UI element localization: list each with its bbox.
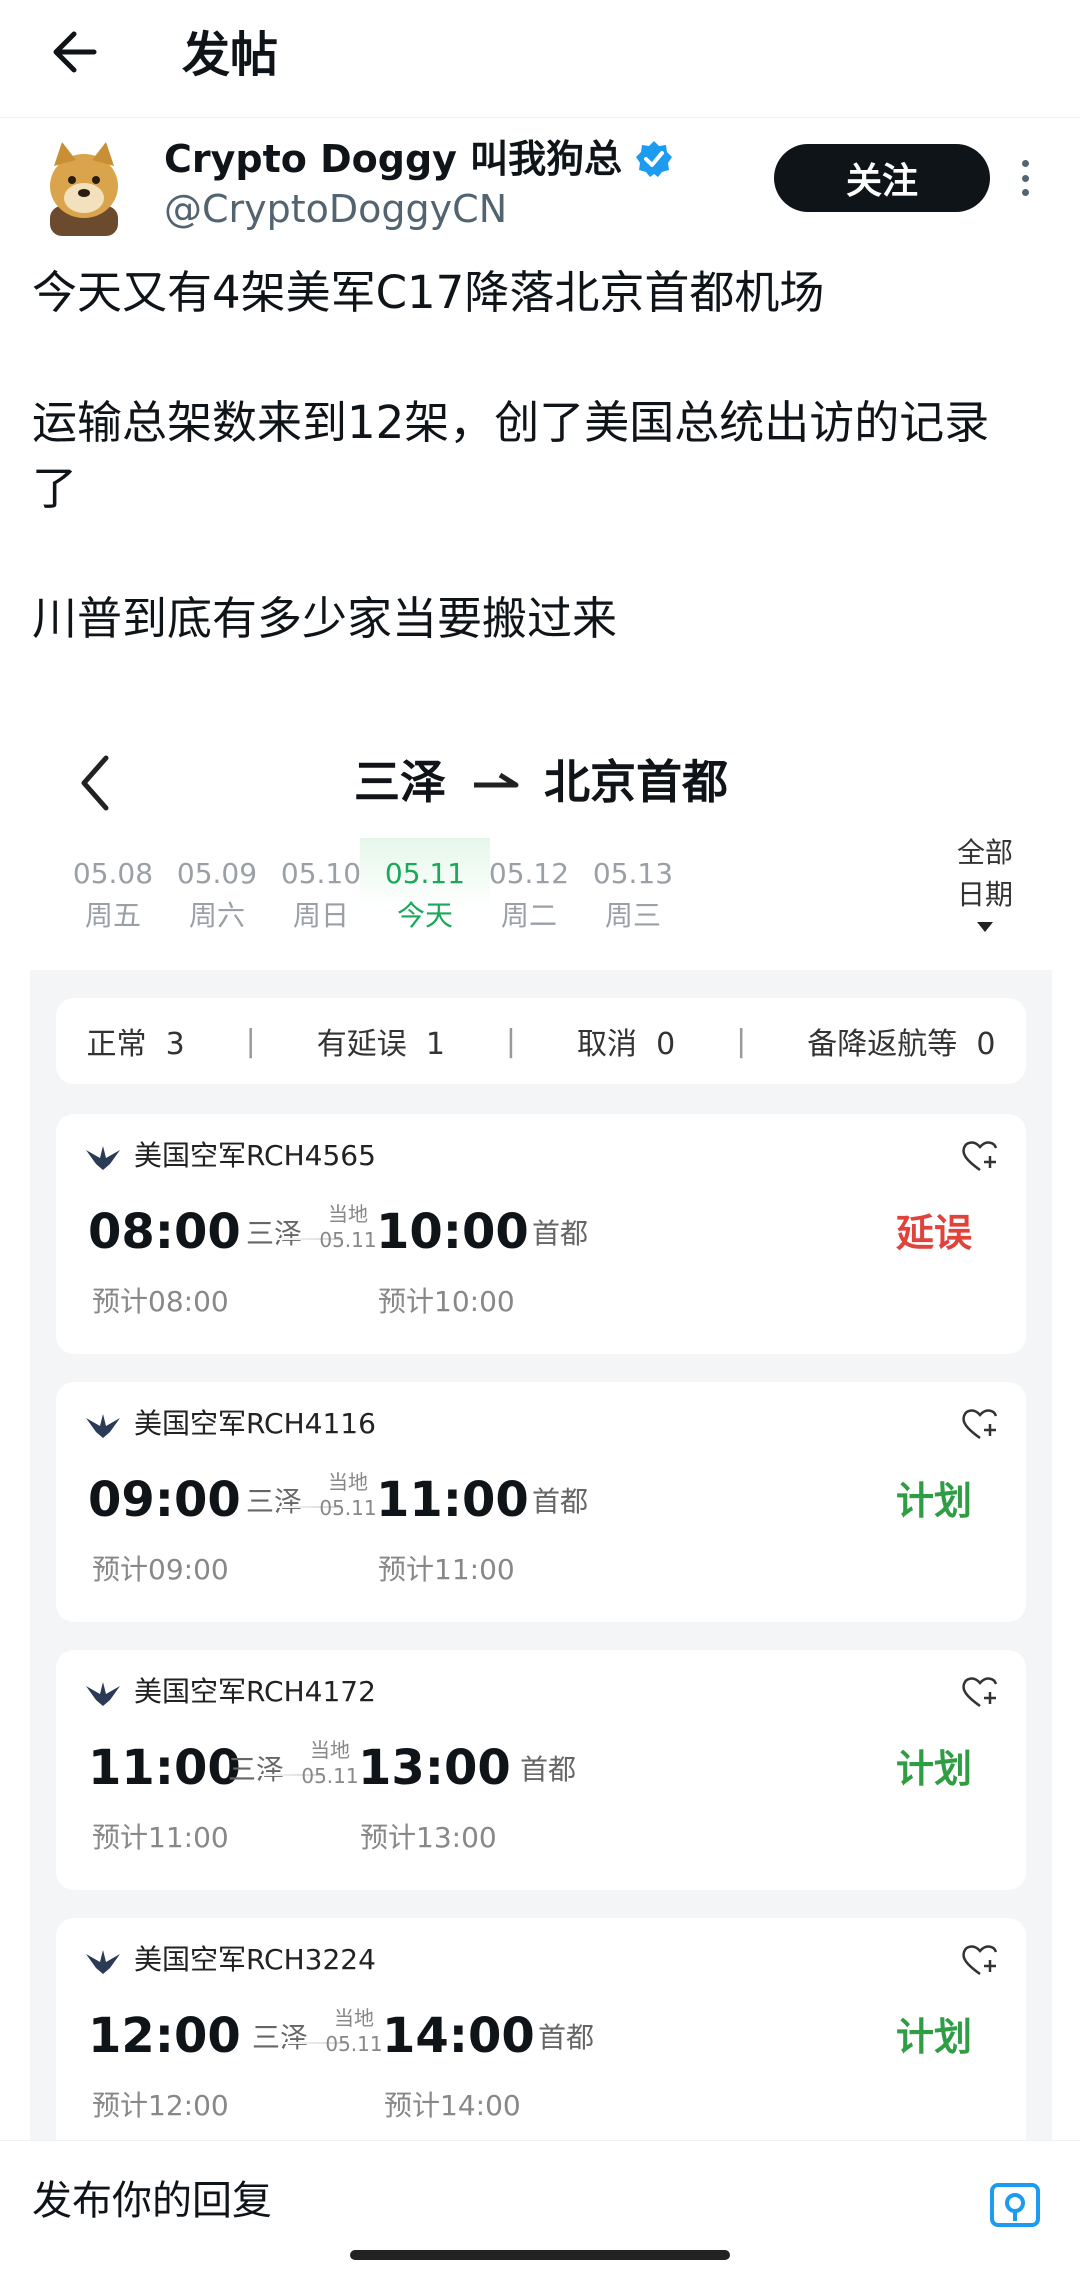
post-text-line-3: 了 (32, 462, 78, 515)
embedded-image[interactable]: 三泽 北京首都 05.08 周五 05.09 周六 05.10 周日 05.11 今天 … (30, 720, 1052, 2140)
arrival-date: 05.11 (325, 2032, 383, 2056)
departure-city: 三泽 (252, 2021, 309, 2054)
more-vertical-icon[interactable] (1010, 154, 1040, 202)
flight-status: 计划 (896, 1747, 973, 1791)
heart-plus-icon (962, 1945, 998, 1976)
flight-card: 美国空军RCH4565 08:00 三泽 当地 05.11 10:00 首都 延… (56, 1114, 1026, 1354)
flight-status: 计划 (896, 2015, 973, 2059)
departure-estimate: 预计11:00 (92, 1821, 229, 1854)
arrow-left-icon[interactable] (44, 22, 104, 82)
arrival-date: 05.11 (319, 1496, 377, 1520)
heart-plus-icon (962, 1409, 998, 1440)
summary-delayed: 有延误 1 (316, 1027, 445, 1062)
arrival-estimate: 预计10:00 (378, 1285, 515, 1318)
departure-time: 11:00 (88, 1740, 241, 1796)
image-icon[interactable] (988, 2177, 1042, 2231)
airline-name: 美国空军RCH4565 (134, 1139, 376, 1172)
arrival-date: 05.11 (301, 1764, 359, 1788)
page-title: 发帖 (182, 27, 279, 83)
arrival-time: 14:00 (382, 2008, 535, 2064)
date-tab-date: 05.13 (592, 857, 674, 890)
departure-city: 三泽 (246, 1217, 303, 1250)
departure-time: 08:00 (88, 1204, 241, 1260)
flight-status: 延误 (896, 1211, 973, 1255)
author-handle[interactable]: @CryptoDoggyCN (164, 184, 507, 234)
usaf-wings-icon (86, 1682, 120, 1706)
local-label: 当地 (328, 1202, 368, 1226)
departure-estimate: 预计12:00 (92, 2089, 229, 2122)
summary-normal: 正常 3 (86, 1027, 185, 1062)
all-dates-button: 全部 日期 (930, 832, 1040, 934)
flight-status: 计划 (896, 1479, 973, 1523)
author-name-text: Crypto Doggy 叫我狗总 (164, 137, 623, 181)
airline-name: 美国空军RCH3224 (134, 1943, 376, 1976)
date-tabs: 05.08 周五 05.09 周六 05.10 周日 05.11 今天 05.12 周二 … (30, 836, 1052, 958)
summary-separator: | (505, 1023, 516, 1059)
summary-diverted: 备降返航等 0 (807, 1027, 996, 1062)
summary-separator: | (245, 1023, 256, 1059)
arrival-estimate: 预计13:00 (360, 1821, 497, 1854)
flight-card: 美国空军RCH4116 09:00 三泽 当地 05.11 11:00 首都 计… (56, 1382, 1026, 1622)
home-indicator (350, 2250, 730, 2260)
departure-estimate: 预计08:00 (92, 1285, 229, 1318)
arrival-city: 首都 (532, 1485, 589, 1518)
route-arrow-icon (474, 772, 519, 788)
local-label: 当地 (310, 1738, 350, 1762)
airline-name: 美国空军RCH4116 (134, 1407, 376, 1440)
arrival-time: 13:00 (358, 1740, 511, 1796)
departure-estimate: 预计09:00 (92, 1553, 229, 1586)
post-text-line-1: 今天又有4架美军C17降落北京首都机场 (32, 266, 825, 319)
route-destination: 北京首都 (544, 755, 728, 809)
usaf-wings-icon (86, 1950, 120, 1974)
caret-down-icon (977, 922, 993, 932)
arrival-estimate: 预计14:00 (384, 2089, 521, 2122)
post-text-line-2: 运输总架数来到12架，创了美国总统出访的记录 (32, 396, 990, 449)
route-origin: 三泽 (354, 755, 446, 809)
airline-name: 美国空军RCH4172 (134, 1675, 376, 1708)
verified-badge-icon (636, 141, 673, 177)
local-label: 当地 (334, 2006, 374, 2030)
date-tab: 05.13 周三 (568, 838, 698, 958)
post-text-line-4: 川普到底有多少家当要搬过来 (32, 592, 618, 645)
departure-time: 12:00 (88, 2008, 241, 2064)
reply-input[interactable]: 发布你的回复 (32, 2173, 272, 2229)
all-dates-line-1: 全部 (956, 836, 1013, 869)
departure-city: 三泽 (246, 1485, 303, 1518)
summary-separator: | (736, 1023, 747, 1059)
top-bar: 发帖 (0, 0, 1080, 118)
route-title: 三泽 北京首都 (30, 750, 1052, 814)
heart-plus-icon (962, 1677, 998, 1708)
arrival-time: 10:00 (376, 1204, 529, 1260)
usaf-wings-icon (86, 1414, 120, 1438)
flight-card: 美国空军RCH3224 12:00 三泽 当地 05.11 14:00 首都 计… (56, 1918, 1026, 2140)
arrival-city: 首都 (538, 2021, 595, 2054)
flight-card: 美国空军RCH4172 11:00 三泽 当地 05.11 13:00 首都 计… (56, 1650, 1026, 1890)
arrival-time: 11:00 (376, 1472, 529, 1528)
departure-city: 三泽 (228, 1753, 285, 1786)
avatar[interactable] (32, 136, 136, 240)
flight-app-header: 三泽 北京首都 05.08 周五 05.09 周六 05.10 周日 05.11 今天 … (30, 720, 1052, 970)
arrival-date: 05.11 (319, 1228, 377, 1252)
heart-plus-icon (962, 1141, 998, 1172)
date-tab-weekday: 周三 (604, 899, 661, 932)
arrival-city: 首都 (520, 1753, 577, 1786)
arrival-city: 首都 (532, 1217, 589, 1250)
summary-cancelled: 取消 0 (576, 1027, 676, 1062)
departure-time: 09:00 (88, 1472, 241, 1528)
follow-button[interactable]: 关注 (774, 144, 990, 212)
local-label: 当地 (328, 1470, 368, 1494)
arrival-estimate: 预计11:00 (378, 1553, 515, 1586)
status-summary: 正常 3 | 有延误 1 | 取消 0 | 备降返航等 0 (56, 998, 1026, 1084)
all-dates-line-2: 日期 (956, 878, 1013, 911)
usaf-wings-icon (86, 1146, 120, 1170)
author-name[interactable]: Crypto Doggy 叫我狗总 (164, 132, 674, 186)
